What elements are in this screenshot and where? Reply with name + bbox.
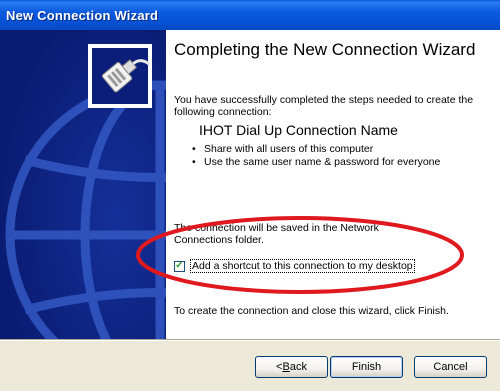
finish-note-text: To create the connection and close this … — [174, 305, 449, 317]
globe-watermark-icon — [0, 30, 166, 339]
back-button-label: ack — [289, 361, 307, 373]
wizard-content-panel: Completing the New Connection Wizard You… — [166, 30, 500, 339]
finish-button[interactable]: Finish — [330, 356, 403, 378]
wizard-window: New Connection Wizard Completing the New… — [0, 0, 500, 391]
cancel-button-label: Cancel — [433, 361, 468, 373]
wizard-sidebar-banner — [0, 30, 166, 339]
button-separator — [0, 339, 500, 341]
page-title: Completing the New Connection Wizard — [174, 40, 476, 59]
network-plug-icon — [88, 44, 152, 108]
shortcut-checkbox-row[interactable]: ✓ Add a shortcut to this connection to m… — [174, 259, 415, 273]
save-note-text: The connection will be saved in the Netw… — [174, 222, 379, 246]
list-item: Use the same user name & password for ev… — [190, 156, 440, 169]
back-button[interactable]: < Back — [255, 356, 328, 378]
checkmark-icon: ✓ — [175, 260, 184, 271]
connection-options-list: Share with all users of this computer Us… — [190, 143, 440, 169]
window-title: New Connection Wizard — [6, 8, 159, 23]
intro-text: You have successfully completed the step… — [174, 94, 474, 118]
cancel-button[interactable]: Cancel — [414, 356, 487, 378]
connection-name: IHOT Dial Up Connection Name — [199, 122, 398, 138]
title-bar[interactable]: New Connection Wizard — [0, 0, 500, 30]
back-button-mnemonic: B — [282, 361, 290, 373]
list-item: Share with all users of this computer — [190, 143, 440, 156]
shortcut-checkbox-label[interactable]: Add a shortcut to this connection to my … — [190, 259, 415, 273]
finish-button-label: Finish — [351, 361, 382, 373]
shortcut-checkbox[interactable]: ✓ — [174, 260, 185, 272]
